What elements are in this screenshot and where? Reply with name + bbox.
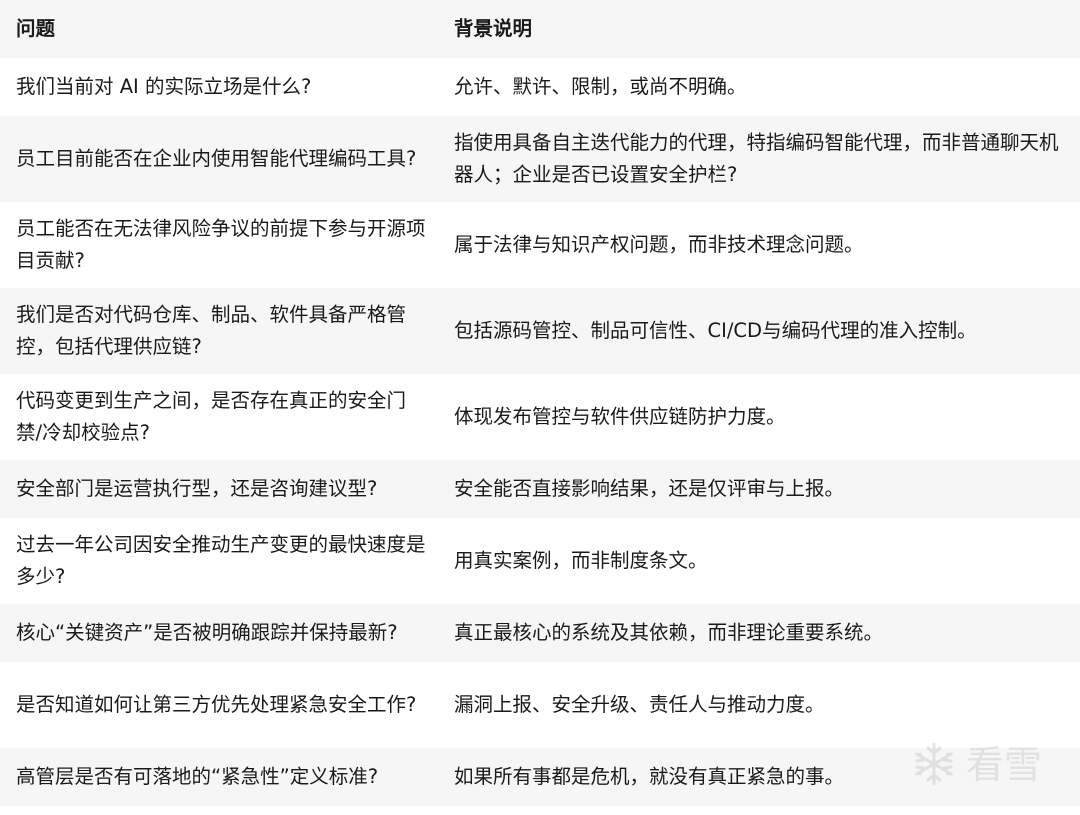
background-cell: 真正最核心的系统及其依赖，而非理论重要系统。 <box>454 621 884 644</box>
background-cell: 用真实案例，而非制度条文。 <box>454 549 708 572</box>
table-header-row: 问题 背景说明 <box>0 0 1080 58</box>
question-cell: 代码变更到生产之间，是否存在真正的安全门禁/冷却校验点? <box>16 389 407 444</box>
question-cell: 员工目前能否在企业内使用智能代理编码工具? <box>16 147 417 170</box>
table-row: 核心“关键资产”是否被明确跟踪并保持最新? 真正最核心的系统及其依赖，而非理论重… <box>0 604 1080 662</box>
question-cell: 员工能否在无法律风险争议的前提下参与开源项目贡献? <box>16 217 426 272</box>
snowflake-icon <box>915 742 953 786</box>
question-cell: 核心“关键资产”是否被明确跟踪并保持最新? <box>16 621 398 644</box>
question-cell: 我们当前对 AI 的实际立场是什么? <box>16 75 312 98</box>
background-cell: 指使用具备自主迭代能力的代理，特指编码智能代理，而非普通聊天机器人；企业是否已设… <box>454 131 1059 186</box>
background-cell: 允许、默许、限制，或尚不明确。 <box>454 75 747 98</box>
column-header-background: 背景说明 <box>454 17 533 40</box>
table-row: 过去一年公司因安全推动生产变更的最快速度是多少? 用真实案例，而非制度条文。 <box>0 518 1080 604</box>
table-row: 我们当前对 AI 的实际立场是什么? 允许、默许、限制，或尚不明确。 <box>0 58 1080 116</box>
question-cell: 过去一年公司因安全推动生产变更的最快速度是多少? <box>16 533 426 588</box>
background-cell: 包括源码管控、制品可信性、CI/CD与编码代理的准入控制。 <box>454 319 977 342</box>
column-header-question: 问题 <box>16 17 56 40</box>
table-row: 代码变更到生产之间，是否存在真正的安全门禁/冷却校验点? 体现发布管控与软件供应… <box>0 374 1080 460</box>
watermark-text: 看雪 <box>966 743 1042 787</box>
background-cell: 安全能否直接影响结果，还是仅评审与上报。 <box>454 477 845 500</box>
question-cell: 安全部门是运营执行型，还是咨询建议型? <box>16 477 378 500</box>
background-cell: 体现发布管控与软件供应链防护力度。 <box>454 405 786 428</box>
question-cell: 是否知道如何让第三方优先处理紧急安全工作? <box>16 693 417 716</box>
table-row: 我们是否对代码仓库、制品、软件具备严格管控，包括代理供应链? 包括源码管控、制品… <box>0 288 1080 374</box>
qa-table: 问题 背景说明 我们当前对 AI 的实际立场是什么? 允许、默许、限制，或尚不明… <box>0 0 1080 806</box>
table-row: 安全部门是运营执行型，还是咨询建议型? 安全能否直接影响结果，还是仅评审与上报。 <box>0 460 1080 518</box>
table-row: 员工目前能否在企业内使用智能代理编码工具? 指使用具备自主迭代能力的代理，特指编… <box>0 116 1080 202</box>
question-cell: 我们是否对代码仓库、制品、软件具备严格管控，包括代理供应链? <box>16 303 407 358</box>
table-row: 员工能否在无法律风险争议的前提下参与开源项目贡献? 属于法律与知识产权问题，而非… <box>0 202 1080 288</box>
watermark-logo: 看雪 <box>915 742 1042 787</box>
background-cell: 属于法律与知识产权问题，而非技术理念问题。 <box>454 233 864 256</box>
question-cell: 高管层是否有可落地的“紧急性”定义标准? <box>16 765 379 788</box>
